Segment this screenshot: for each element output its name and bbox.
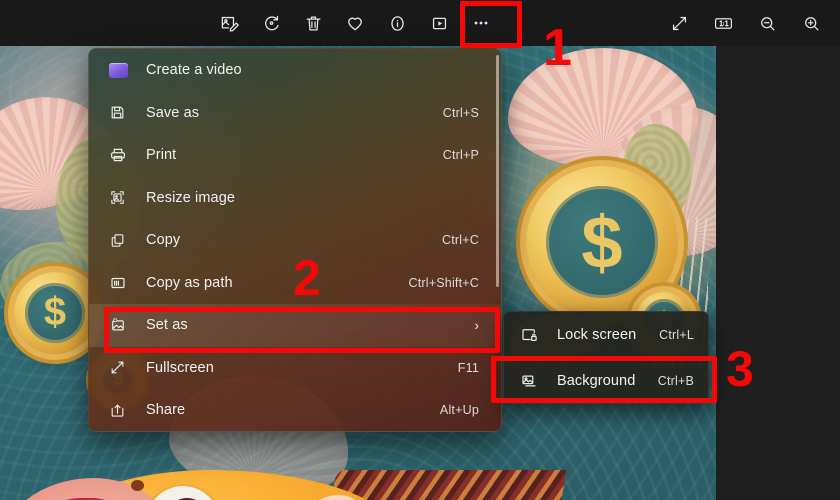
toolbar-center-group (212, 0, 498, 46)
background-submenu-item[interactable]: Background Ctrl+B (504, 358, 708, 403)
menu-item-label: Create a video (146, 62, 242, 79)
submenu-item-accel: Ctrl+L (659, 328, 694, 342)
menu-item-resize-image[interactable]: Resize image (89, 177, 501, 220)
expand-arrows-icon (109, 358, 137, 378)
menu-scrollbar[interactable] (496, 55, 499, 287)
menu-item-accel: Ctrl+Shift+C (408, 275, 479, 290)
menu-item-accel: Ctrl+S (442, 105, 479, 120)
rotate-icon[interactable] (254, 7, 288, 39)
menu-item-accel: Ctrl+C (442, 233, 479, 248)
canvas-gutter (716, 46, 840, 500)
lock-screen-submenu-item[interactable]: Lock screen Ctrl+L (504, 312, 708, 358)
photos-app-window: $ $ $ $ (0, 0, 840, 500)
menu-item-accel: Alt+Up (439, 403, 479, 418)
menu-item-label: Resize image (146, 189, 236, 206)
share-icon (109, 400, 137, 420)
menu-item-label: Share (146, 402, 186, 419)
set-as-icon (109, 315, 137, 335)
magnifier-minus-icon[interactable] (750, 7, 784, 39)
info-circle-icon[interactable] (380, 7, 414, 39)
gold-coin-small: $ (14, 272, 96, 354)
expand-arrows-icon[interactable] (662, 7, 696, 39)
one-to-one-icon[interactable] (706, 7, 740, 39)
resize-image-icon (109, 188, 137, 208)
menu-item-print[interactable]: Print Ctrl+P (89, 134, 501, 177)
top-toolbar (0, 0, 840, 46)
menu-item-copy[interactable]: Copy Ctrl+C (89, 219, 501, 262)
video-tile-icon (109, 60, 137, 80)
see-more-context-menu: Create a video Save as Ctrl+S Print Ctrl… (88, 48, 502, 432)
menu-item-label: Save as (146, 104, 200, 121)
background-image-icon (520, 371, 548, 391)
copy-icon (109, 230, 137, 250)
set-as-menu-item[interactable]: Set as › (89, 304, 501, 347)
printer-icon (109, 145, 137, 165)
menu-item-create-a-video[interactable]: Create a video (89, 49, 501, 92)
set-as-submenu: Lock screen Ctrl+L Background Ctrl+B (503, 311, 709, 404)
menu-item-save-as[interactable]: Save as Ctrl+S (89, 92, 501, 135)
menu-item-accel: Ctrl+P (442, 148, 479, 163)
submenu-item-label: Background (557, 373, 636, 389)
koi-fish-nostril (131, 480, 144, 491)
trash-icon[interactable] (296, 7, 330, 39)
magnifier-plus-icon[interactable] (794, 7, 828, 39)
menu-item-fullscreen[interactable]: Fullscreen F11 (89, 347, 501, 390)
see-more-button[interactable] (464, 7, 498, 39)
chevron-right-icon: › (474, 317, 479, 334)
menu-item-label: Fullscreen (146, 359, 214, 376)
menu-item-accel: F11 (457, 360, 479, 375)
edit-image-icon[interactable] (212, 7, 246, 39)
lock-screen-icon (520, 325, 548, 345)
submenu-item-label: Lock screen (557, 327, 637, 343)
heart-icon[interactable] (338, 7, 372, 39)
play-box-icon[interactable] (422, 7, 456, 39)
menu-item-label: Print (146, 147, 177, 164)
menu-item-label: Set as (146, 317, 188, 334)
submenu-item-accel: Ctrl+B (657, 374, 694, 388)
copy-as-path-icon (109, 273, 137, 293)
menu-item-label: Copy as path (146, 274, 233, 291)
menu-item-copy-as-path[interactable]: Copy as path Ctrl+Shift+C (89, 262, 501, 305)
decorative-brocade (323, 470, 567, 500)
menu-item-share[interactable]: Share Alt+Up (89, 389, 501, 431)
toolbar-right-group (662, 0, 828, 46)
menu-item-label: Copy (146, 232, 181, 249)
floppy-disk-icon (109, 103, 137, 123)
